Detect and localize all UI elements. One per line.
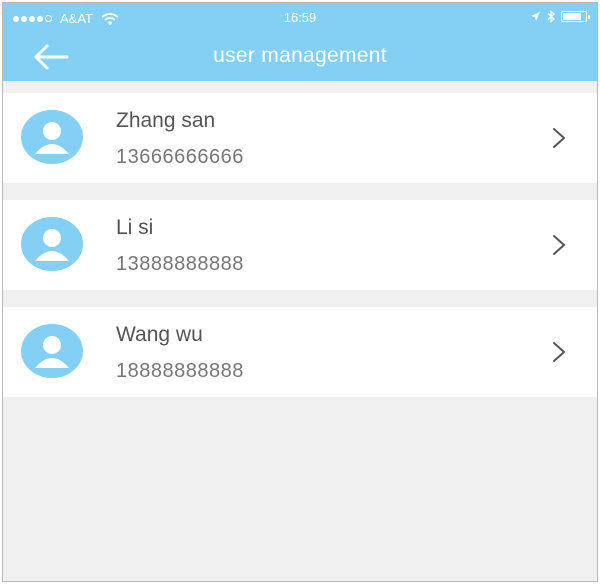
chevron-right-icon — [553, 128, 565, 148]
user-avatar-icon — [21, 217, 83, 271]
user-phone: 13888888888 — [116, 253, 244, 275]
battery-icon — [561, 11, 590, 22]
user-name: Wang wu — [116, 323, 203, 346]
chevron-right-icon — [553, 342, 565, 362]
top-bar: A&AT 16:59 user management — [3, 3, 597, 81]
user-avatar-icon — [21, 324, 83, 378]
nav-bar: user management — [3, 33, 597, 81]
user-list-item[interactable]: Zhang san 13666666666 — [3, 93, 597, 183]
user-name: Li si — [116, 216, 154, 239]
status-right — [530, 10, 590, 23]
user-list-item[interactable]: Li si 13888888888 — [3, 200, 597, 290]
status-time: 16:59 — [283, 10, 317, 25]
user-avatar-icon — [21, 110, 83, 164]
phone-screen: A&AT 16:59 user management Zhang san 136… — [2, 2, 598, 582]
user-name: Zhang san — [116, 109, 216, 132]
status-bar: A&AT 16:59 — [3, 3, 597, 33]
bluetooth-icon — [547, 10, 555, 23]
user-phone: 13666666666 — [116, 146, 244, 168]
page-title: user management — [213, 44, 387, 67]
chevron-right-icon — [553, 235, 565, 255]
user-list-item[interactable]: Wang wu 18888888888 — [3, 307, 597, 397]
user-phone: 18888888888 — [116, 360, 244, 382]
user-list: Zhang san 13666666666 Li si 13888888888 — [3, 93, 597, 414]
location-arrow-icon — [531, 12, 540, 21]
